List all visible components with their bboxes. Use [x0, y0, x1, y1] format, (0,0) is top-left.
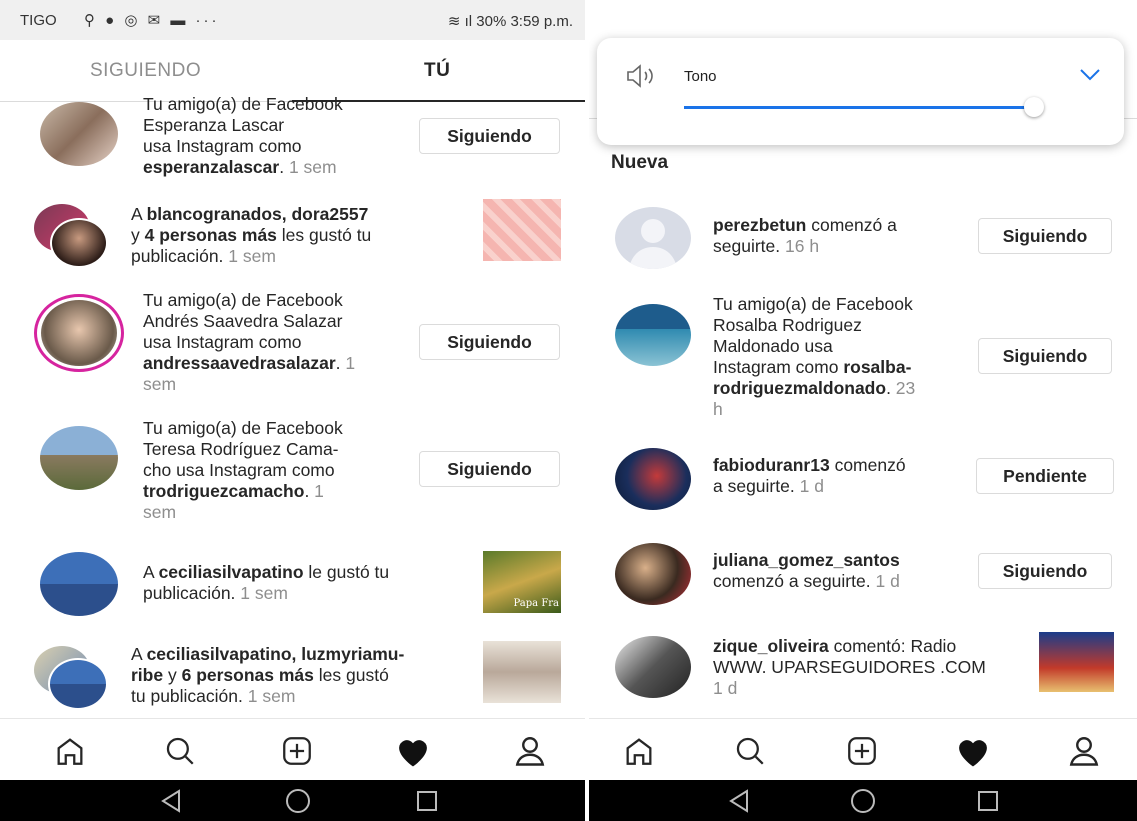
search-icon[interactable]: [160, 731, 200, 771]
avatar[interactable]: [50, 218, 108, 268]
activity-heart-icon[interactable]: [953, 731, 993, 771]
list-item[interactable]: zique_oliveira comentó: Radio WWW. UPARS…: [589, 630, 1137, 702]
list-item[interactable]: juliana_gomez_santos comenzó a seguirte.…: [589, 540, 1137, 612]
new-post-icon[interactable]: [277, 731, 317, 771]
search-icon[interactable]: [730, 731, 770, 771]
tab-you[interactable]: TÚ: [424, 60, 450, 82]
username-link[interactable]: ceciliasilvapatino: [159, 562, 304, 582]
following-button[interactable]: Siguiendo: [978, 553, 1112, 589]
home-icon[interactable]: [50, 731, 90, 771]
username-link[interactable]: perezbetun: [713, 215, 806, 235]
status-bar: TIGO ⚲ ● ◎ ✉ ▬ ··· ≋ ıl 30% 3:59 p.m.: [0, 0, 585, 40]
new-post-icon[interactable]: [842, 731, 882, 771]
list-item[interactable]: fabioduranr13 comenzó a seguirte. 1 d Pe…: [589, 445, 1137, 517]
status-bar: [589, 0, 1137, 40]
home-icon[interactable]: [619, 731, 659, 771]
back-icon[interactable]: [726, 788, 752, 814]
post-thumbnail[interactable]: [483, 641, 561, 703]
list-item[interactable]: Tu amigo(a) de Facebook Andrés Saavedra …: [0, 290, 585, 400]
username-link[interactable]: zique_oliveira: [713, 636, 829, 656]
bottom-nav: [0, 718, 585, 780]
username-link[interactable]: rosalba-: [843, 357, 911, 377]
tab-following[interactable]: SIGUIENDO: [90, 60, 201, 82]
username-link[interactable]: esperanzalascar: [143, 157, 279, 177]
pending-button[interactable]: Pendiente: [976, 458, 1114, 494]
activity-heart-icon[interactable]: [393, 731, 433, 771]
avatar[interactable]: [615, 207, 691, 269]
username-link[interactable]: andressaavedrasalazar: [143, 353, 336, 373]
home-circle-icon[interactable]: [850, 788, 876, 814]
section-title: Nueva: [611, 152, 669, 173]
avatar[interactable]: [40, 552, 118, 616]
avatar[interactable]: [41, 300, 117, 366]
battery-clock: ≋ ıl 30% 3:59 p.m.: [447, 13, 573, 30]
list-item[interactable]: A blancogranados, dora2557 y 4 personas …: [0, 198, 585, 273]
avatar[interactable]: [615, 304, 691, 366]
volume-slider-track[interactable]: [684, 106, 1034, 109]
volume-popup[interactable]: Tono: [597, 38, 1124, 145]
right-screen: Tono Nueva perezbetun comenzó a seguirte…: [589, 0, 1137, 821]
avatar[interactable]: [40, 426, 118, 490]
activity-tabs: SIGUIENDO TÚ: [0, 40, 585, 102]
avatar[interactable]: [615, 448, 691, 510]
avatar[interactable]: [615, 543, 691, 605]
username-link[interactable]: juliana_gomez_santos: [713, 550, 900, 570]
speaker-icon[interactable]: [625, 64, 659, 93]
list-item[interactable]: A ceciliasilvapatino le gustó tu publica…: [0, 548, 585, 623]
notification-icons: ⚲ ● ◎ ✉ ▬ ···: [84, 12, 220, 29]
chevron-down-icon[interactable]: [1079, 68, 1101, 87]
post-thumbnail[interactable]: [483, 199, 561, 261]
following-button[interactable]: Siguiendo: [419, 324, 560, 360]
list-item[interactable]: Tu amigo(a) de Facebook Esperanza Lascar…: [0, 94, 585, 185]
profile-icon[interactable]: [510, 731, 550, 771]
avatar[interactable]: [615, 636, 691, 698]
following-button[interactable]: Siguiendo: [419, 451, 560, 487]
list-item[interactable]: perezbetun comenzó a seguirte. 16 h Sigu…: [589, 205, 1137, 275]
post-thumbnail[interactable]: [1039, 632, 1114, 692]
home-circle-icon[interactable]: [285, 788, 311, 814]
username-link[interactable]: blancogranados, dora2557: [147, 204, 369, 224]
username-link[interactable]: trodriguezcamacho: [143, 481, 304, 501]
post-thumbnail[interactable]: Papa Fra: [483, 551, 561, 613]
wifi-icon: ≋ ıl: [447, 13, 477, 30]
profile-icon[interactable]: [1064, 731, 1104, 771]
left-screen: TIGO ⚲ ● ◎ ✉ ▬ ··· ≋ ıl 30% 3:59 p.m. SI…: [0, 0, 585, 821]
avatar[interactable]: [48, 658, 108, 710]
recents-icon[interactable]: [975, 788, 1001, 814]
list-item[interactable]: Tu amigo(a) de Facebook Teresa Rodríguez…: [0, 418, 585, 528]
list-item[interactable]: A ceciliasilvapatino, luzmyriamu- ribe y…: [0, 640, 585, 715]
back-icon[interactable]: [158, 788, 184, 814]
list-item[interactable]: Tu amigo(a) de Facebook Rosalba Rodrigue…: [589, 292, 1137, 422]
recents-icon[interactable]: [414, 788, 440, 814]
volume-slider-thumb[interactable]: [1024, 97, 1044, 117]
avatar[interactable]: [40, 102, 118, 166]
item-text: Tu amigo(a) de Facebook: [143, 94, 343, 114]
username-link[interactable]: ceciliasilvapatino, luzmyriamu-: [147, 644, 405, 664]
system-nav-bar: [589, 780, 1137, 821]
system-nav-bar: [0, 780, 585, 821]
username-link[interactable]: fabioduranr13: [713, 455, 830, 475]
following-button[interactable]: Siguiendo: [978, 338, 1112, 374]
carrier-label: TIGO: [20, 12, 57, 29]
following-button[interactable]: Siguiendo: [419, 118, 560, 154]
volume-label: Tono: [684, 68, 717, 85]
bottom-nav: [589, 718, 1137, 780]
following-button[interactable]: Siguiendo: [978, 218, 1112, 254]
